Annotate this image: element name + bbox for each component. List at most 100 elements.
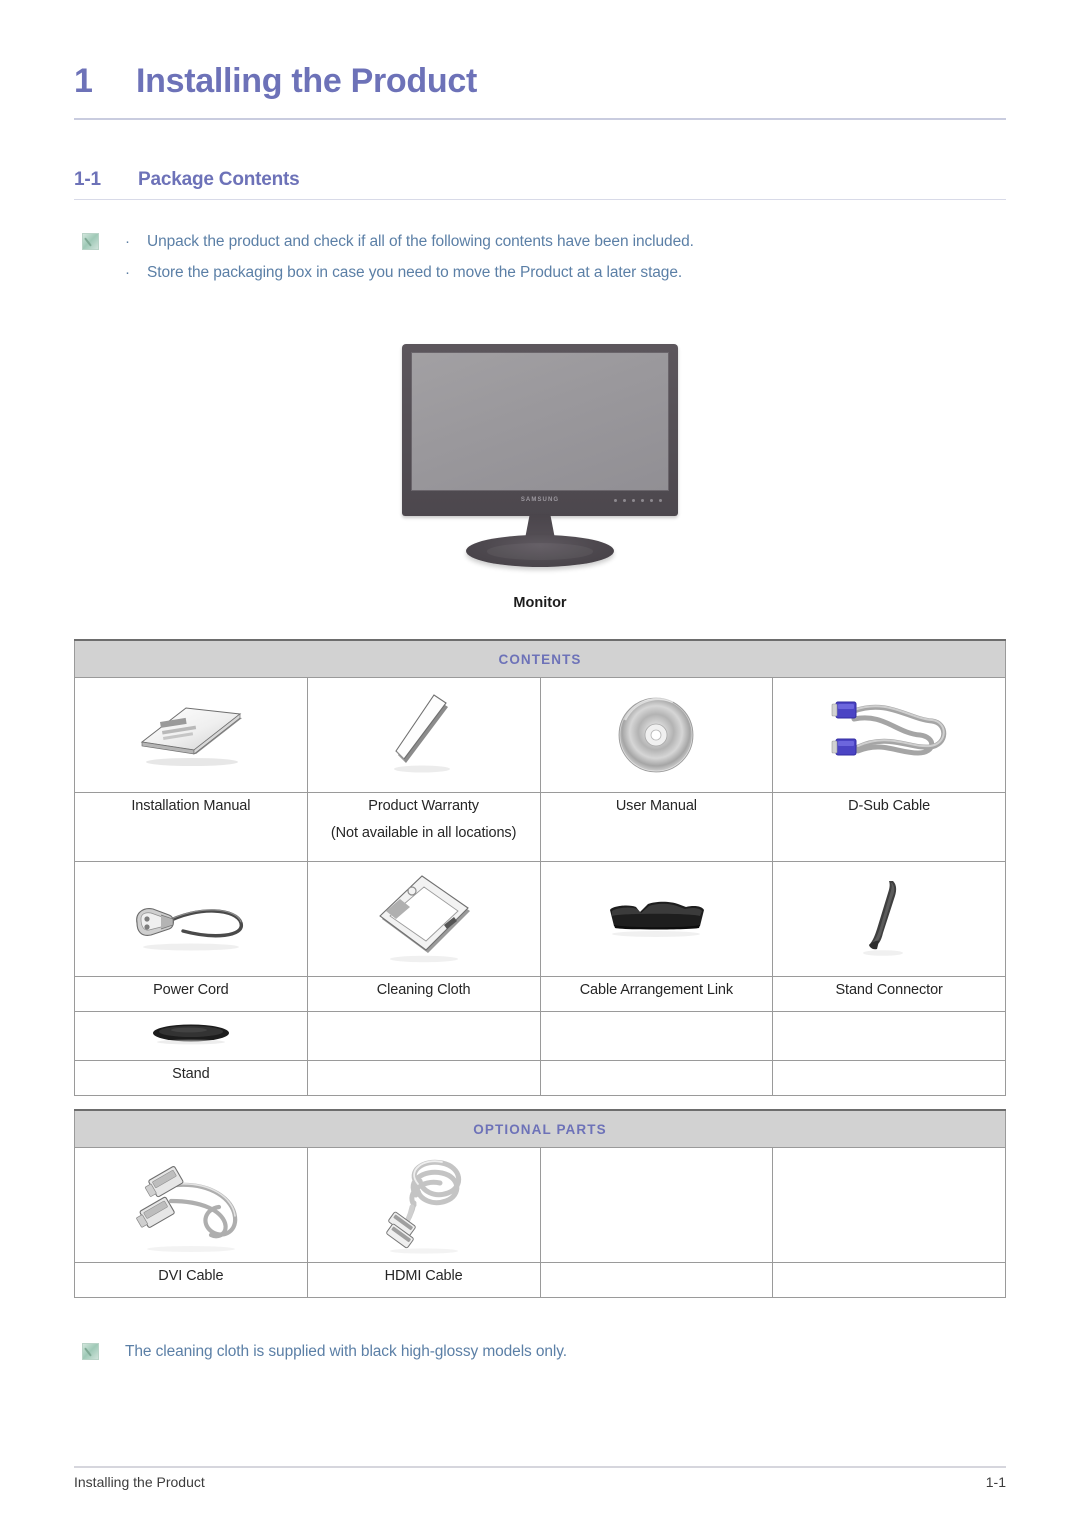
label-empty [772,1262,1006,1298]
cell-empty [772,1011,1006,1061]
section-divider [74,199,1006,200]
table-row: Installation Manual Product Warranty (No… [74,792,1006,862]
monitor-figure: SAMSUNG Monitor [0,344,1080,611]
hdmi-cable-icon [372,1151,476,1255]
contents-band-row: CONTENTS [74,639,1006,678]
label-cleaning-cloth: Cleaning Cloth [306,976,541,1012]
label-product-warranty-sub: (Not available in all locations) [330,825,517,841]
footer-page-number: 1-1 [985,1474,1006,1490]
section-heading: 1-1 Package Contents [74,169,1006,191]
optional-parts-band-label: OPTIONAL PARTS [74,1109,1006,1148]
chapter-number: 1 [74,62,93,100]
label-product-warranty: Product Warranty (Not available in all l… [306,792,541,862]
label-empty [772,1060,1006,1096]
optional-band-row: OPTIONAL PARTS [74,1109,1006,1148]
label-stand-connector: Stand Connector [772,976,1006,1012]
table-row [74,861,1006,977]
label-stand: Stand [74,1060,308,1096]
note-icon-cell [82,231,125,251]
chapter-heading: 1 Installing the Product [74,62,1006,101]
monitor-illustration: SAMSUNG [402,344,678,567]
label-cable-arrangement-link: Cable Arrangement Link [539,976,774,1012]
stand-connector-icon [859,875,919,959]
monitor-screen [411,352,669,491]
cell-cable-arrangement-link-image [539,861,774,977]
page-footer: Installing the Product 1-1 [74,1474,1006,1490]
installation-manual-icon [126,696,256,770]
samsung-logo: SAMSUNG [520,497,560,503]
page-title: Package Contents [138,169,300,190]
label-user-manual: User Manual [539,792,774,862]
cell-cleaning-cloth-image [306,861,541,977]
label-power-cord: Power Cord [74,976,308,1012]
note-text-2: Store the packaging box in case you need… [147,264,683,281]
monitor-base [466,535,614,567]
chapter-title: Installing the Product [136,62,477,100]
cell-product-warranty-image [306,677,541,793]
note-icon-spacer [82,262,125,264]
contents-table: CONTENTS Installation Manual Product War… [74,639,1006,1096]
cell-dvi-cable-image [74,1147,308,1263]
table-row [74,677,1006,793]
section-number: 1-1 [74,169,101,190]
control-button-icon [650,499,653,502]
cell-empty [306,1011,541,1061]
table-row [74,1147,1006,1263]
label-empty [306,1060,541,1096]
cell-installation-manual-image [74,677,308,793]
label-d-sub-cable: D-Sub Cable [772,792,1006,862]
label-hdmi-cable: HDMI Cable [306,1262,541,1298]
bottom-note-text: The cleaning cloth is supplied with blac… [125,1343,567,1360]
control-button-icon [614,499,617,502]
table-row: DVI Cable HDMI Cable [74,1262,1006,1298]
cable-arrangement-link-icon [596,892,716,942]
table-row [74,1011,1006,1061]
bottom-note-block: The cleaning cloth is supplied with blac… [82,1341,567,1363]
cell-empty [772,1147,1006,1263]
cell-hdmi-cable-image [306,1147,541,1263]
cell-stand-connector-image [772,861,1006,977]
label-installation-manual: Installation Manual [74,792,308,862]
monitor-bezel: SAMSUNG [402,344,678,516]
footer-chapter-name: Installing the Product [74,1474,205,1490]
top-note-block: · Unpack the product and check if all of… [82,231,982,293]
note-pencil-icon [82,233,99,250]
table-row: Stand [74,1060,1006,1096]
dvi-cable-icon [125,1151,257,1255]
cleaning-cloth-icon [366,869,482,965]
contents-band-label: CONTENTS [74,639,1006,678]
power-cord-icon [121,879,261,955]
control-button-icon [623,499,626,502]
monitor-caption: Monitor [513,595,567,611]
note-bullet-row: · Unpack the product and check if all of… [82,231,982,253]
monitor-control-buttons [614,499,662,502]
cell-empty [539,1011,774,1061]
label-product-warranty-main: Product Warranty [368,798,479,814]
note-text-1: Unpack the product and check if all of t… [147,233,694,250]
d-sub-cable-icon [824,689,954,777]
user-manual-cd-icon [613,690,699,776]
chapter-divider [74,118,1006,120]
cell-user-manual-image [539,677,774,793]
cell-stand-image [74,1011,308,1061]
bullet-marker: · [125,264,130,281]
bullet-marker: · [125,233,130,250]
control-button-icon [632,499,635,502]
control-button-icon [641,499,644,502]
document-page: 1 Installing the Product 1-1 Package Con… [0,0,1080,1527]
table-row: Power Cord Cleaning Cloth Cable Arrangem… [74,976,1006,1012]
label-empty [539,1262,774,1298]
optional-parts-table: OPTIONAL PARTS DVI Cable HDMI Cable [74,1109,1006,1298]
note-icon-cell [82,1341,125,1361]
cell-power-cord-image [74,861,308,977]
label-empty [539,1060,774,1096]
footer-divider [74,1466,1006,1468]
product-warranty-icon [374,689,474,777]
note-pencil-icon [82,1343,99,1360]
stand-icon [145,1021,237,1047]
cell-d-sub-cable-image [772,677,1006,793]
cell-empty [539,1147,774,1263]
power-button-icon [659,499,662,502]
label-dvi-cable: DVI Cable [74,1262,308,1298]
note-bullet-row: · Store the packaging box in case you ne… [82,262,982,284]
